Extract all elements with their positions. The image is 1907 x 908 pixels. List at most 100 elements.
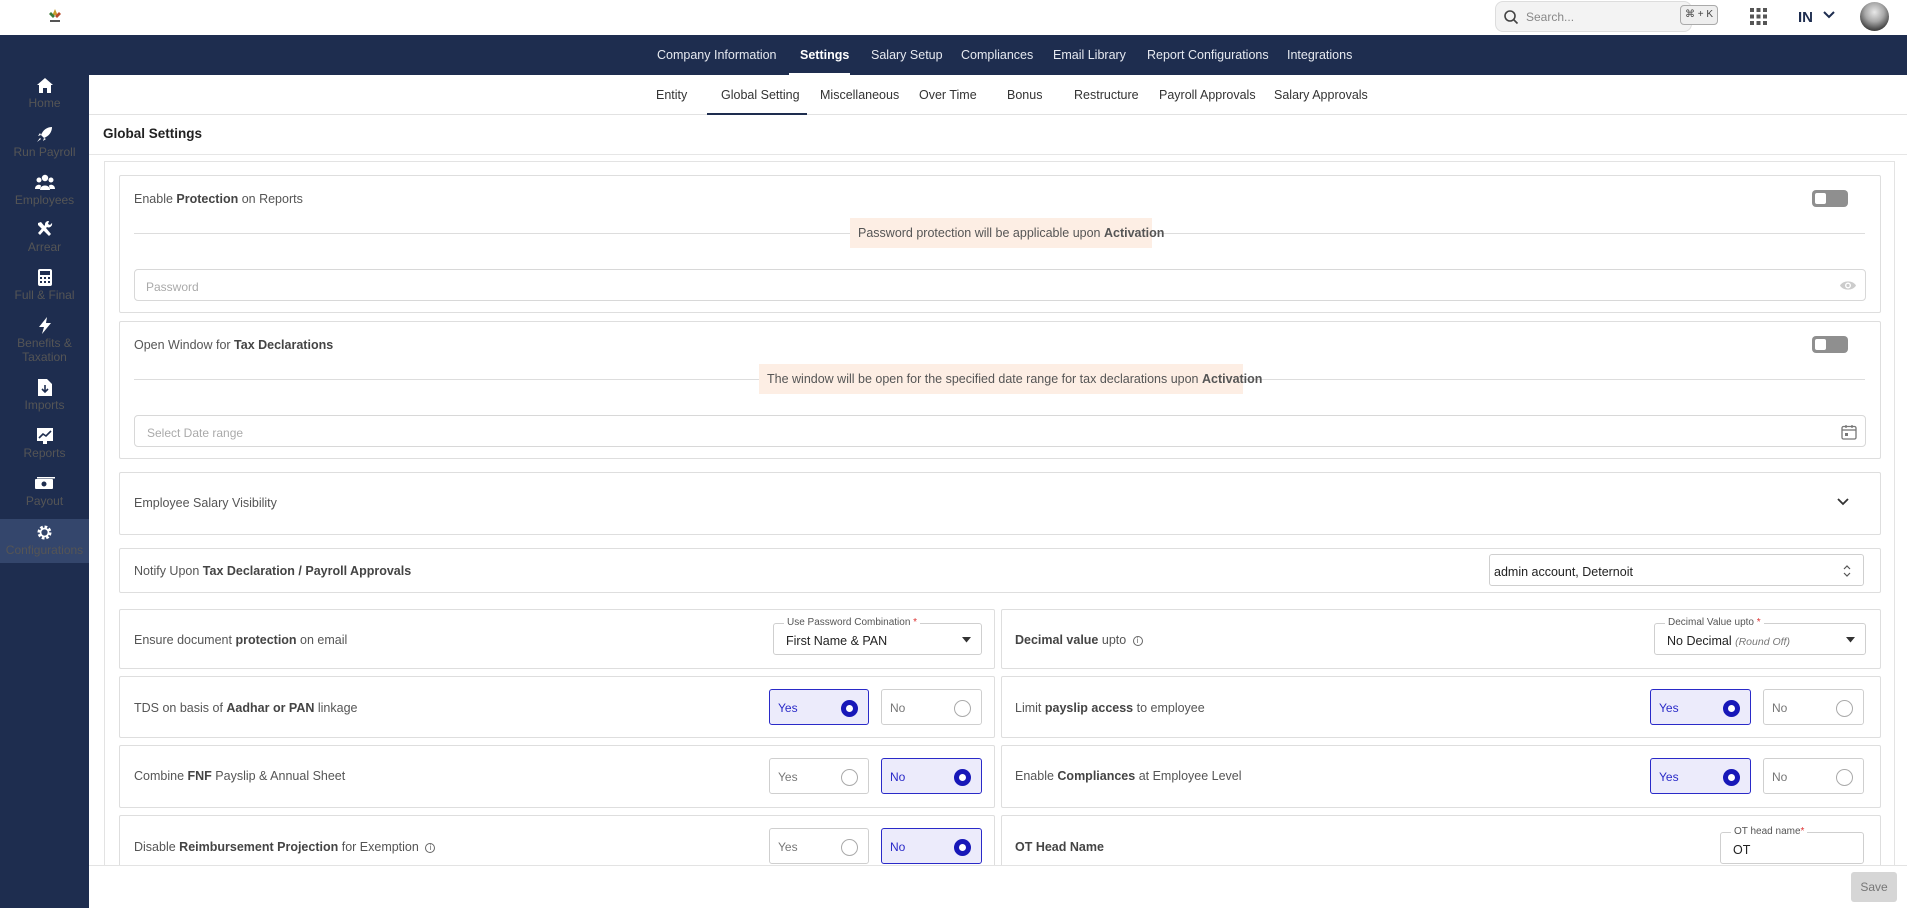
home-icon: [36, 78, 53, 93]
nav-salary-setup[interactable]: Salary Setup: [871, 48, 943, 62]
doc-protection-label: Ensure document protection on email: [134, 633, 348, 647]
notify-value: admin account, Deternoit: [1494, 565, 1633, 579]
salary-visibility-card[interactable]: Employee Salary Visibility: [119, 472, 1881, 535]
sidebar-item-run-payroll[interactable]: Run Payroll: [0, 126, 89, 174]
sidebar-item-label: Full & Final: [14, 288, 75, 302]
sidebar-item-full-final[interactable]: Full & Final: [0, 269, 89, 317]
notify-select[interactable]: admin account, Deternoit: [1489, 554, 1864, 586]
users-icon: [34, 174, 55, 190]
nav-compliances[interactable]: Compliances: [961, 48, 1033, 62]
payslip-access-card: Limit payslip access to employee Yes No: [1001, 676, 1881, 738]
save-button[interactable]: Save: [1851, 872, 1897, 902]
tax-window-notice: The window will be open for the specifie…: [759, 364, 1262, 394]
sidebar-item-configurations[interactable]: Configurations: [0, 519, 89, 563]
fnf-card: Combine FNF Payslip & Annual Sheet Yes N…: [119, 745, 995, 808]
tab-entity[interactable]: Entity: [656, 88, 687, 102]
date-range-placeholder: Select Date range: [147, 426, 244, 440]
chevron-down-icon[interactable]: [1823, 10, 1835, 20]
nav-settings[interactable]: Settings: [800, 48, 849, 62]
shortcut-badge: ⌘ + K: [1680, 5, 1718, 25]
compliances-no-option[interactable]: No: [1763, 758, 1864, 794]
eye-icon[interactable]: [1839, 279, 1857, 292]
calendar-icon[interactable]: [1841, 424, 1857, 440]
tab-restructure[interactable]: Restructure: [1074, 88, 1139, 102]
radio-selected-icon: [1723, 700, 1740, 717]
sidebar-item-label: Payout: [25, 494, 64, 508]
payslip-no-option[interactable]: No: [1763, 689, 1864, 725]
calculator-icon: [37, 269, 52, 286]
tds-yes-option[interactable]: Yes: [769, 689, 869, 725]
tds-label: TDS on basis of Aadhar or PAN linkage: [134, 701, 358, 715]
sidebar-item-label: Benefits &: [17, 336, 72, 350]
user-avatar[interactable]: [1860, 2, 1889, 31]
rocket-icon: [36, 127, 52, 142]
sidebar-item-arrear[interactable]: Arrear: [0, 221, 89, 269]
footer-bar: [89, 866, 1907, 908]
gear-icon: [37, 525, 52, 540]
sidebar-item-payout[interactable]: Payout: [0, 475, 89, 523]
radio-empty-icon: [841, 839, 858, 856]
reimbursement-no-option[interactable]: No: [881, 828, 982, 864]
fnf-yes-option[interactable]: Yes: [769, 758, 869, 794]
tab-miscellaneous[interactable]: Miscellaneous: [820, 88, 899, 102]
sidebar-item-label: Reports: [23, 446, 66, 460]
sidebar: Home Run Payroll Employees Arrear Full &…: [0, 35, 89, 908]
tab-payroll-approvals[interactable]: Payroll Approvals: [1159, 88, 1256, 102]
ot-head-input[interactable]: OT head name* OT: [1720, 826, 1864, 864]
top-bar: Search... ⌘ + K IN: [0, 0, 1907, 35]
tab-active-indicator: [707, 113, 807, 115]
tab-global-setting[interactable]: Global Setting: [721, 88, 800, 102]
password-combination-select[interactable]: Use Password Combination * First Name & …: [773, 617, 982, 655]
tab-over-time[interactable]: Over Time: [919, 88, 977, 102]
search-icon: [1504, 10, 1519, 25]
password-input[interactable]: Password: [134, 269, 1866, 301]
date-range-input[interactable]: Select Date range: [134, 415, 1866, 447]
password-combination-value: First Name & PAN: [786, 634, 888, 648]
tds-no-option[interactable]: No: [881, 689, 982, 725]
payslip-yes-option[interactable]: Yes: [1650, 689, 1751, 725]
protection-notice: Password protection will be applicable u…: [850, 218, 1164, 248]
company-logo[interactable]: [43, 6, 67, 28]
sidebar-item-benefits-taxation[interactable]: Benefits & Taxation: [0, 317, 89, 379]
sidebar-item-label: Arrear: [27, 240, 62, 254]
compliances-card: Enable Compliances at Employee Level Yes…: [1001, 745, 1881, 808]
tab-salary-approvals[interactable]: Salary Approvals: [1274, 88, 1368, 102]
sidebar-item-reports[interactable]: Reports: [0, 427, 89, 475]
compliances-yes-option[interactable]: Yes: [1650, 758, 1751, 794]
sidebar-item-employees[interactable]: Employees: [0, 174, 89, 222]
compliances-label: Enable Compliances at Employee Level: [1015, 769, 1242, 783]
tools-icon: [37, 221, 52, 236]
reimbursement-yes-option[interactable]: Yes: [769, 828, 869, 864]
radio-selected-icon: [841, 700, 858, 717]
info-icon[interactable]: i: [1132, 635, 1143, 646]
sidebar-item-label: Run Payroll: [13, 145, 76, 159]
sidebar-item-imports[interactable]: Imports: [0, 379, 89, 427]
nav-report-configurations[interactable]: Report Configurations: [1147, 48, 1269, 62]
tax-window-toggle[interactable]: [1812, 336, 1848, 353]
chevron-down-icon[interactable]: [1836, 497, 1850, 507]
money-icon: [34, 477, 55, 489]
fnf-no-option[interactable]: No: [881, 758, 982, 794]
radio-empty-icon: [954, 700, 971, 717]
sidebar-item-label-line2: Taxation: [22, 350, 67, 364]
decimal-card: Decimal value upto i Decimal Value upto …: [1001, 609, 1881, 669]
nav-email-library[interactable]: Email Library: [1053, 48, 1126, 62]
field-label: OT head name*: [1731, 826, 1808, 837]
bolt-icon: [38, 317, 51, 334]
sidebar-item-home[interactable]: Home: [0, 77, 89, 125]
report-protection-toggle[interactable]: [1812, 190, 1848, 207]
info-icon[interactable]: i: [425, 842, 436, 853]
decimal-label: Decimal value upto i: [1015, 633, 1143, 647]
sidebar-item-label: Imports: [24, 398, 65, 412]
chart-icon: [36, 428, 53, 444]
caret-down-icon: [962, 637, 971, 643]
radio-selected-icon: [954, 839, 971, 856]
country-selector[interactable]: IN: [1798, 9, 1813, 26]
tab-bonus[interactable]: Bonus: [1007, 88, 1042, 102]
decimal-select[interactable]: Decimal Value upto * No Decimal (Round O…: [1654, 617, 1866, 655]
file-import-icon: [37, 379, 52, 396]
nav-integrations[interactable]: Integrations: [1287, 48, 1352, 62]
apps-grid-icon[interactable]: [1750, 8, 1767, 25]
nav-company-information[interactable]: Company Information: [657, 48, 777, 62]
search-box[interactable]: Search...: [1495, 1, 1692, 32]
